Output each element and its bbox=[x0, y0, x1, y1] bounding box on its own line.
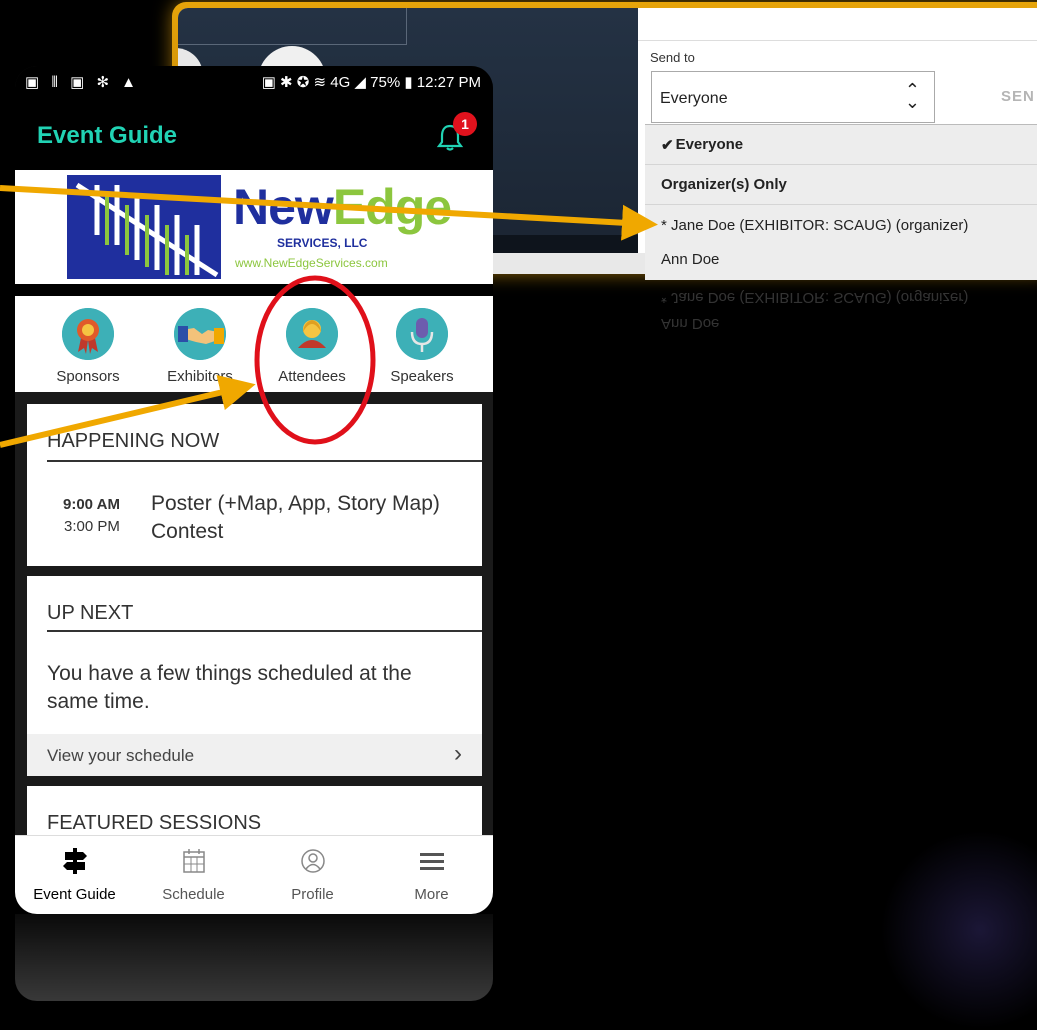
annotation-arrow bbox=[0, 185, 658, 241]
annotation-arrow bbox=[0, 375, 256, 448]
highlight-circle bbox=[254, 275, 376, 445]
annotation-overlay bbox=[0, 185, 658, 448]
